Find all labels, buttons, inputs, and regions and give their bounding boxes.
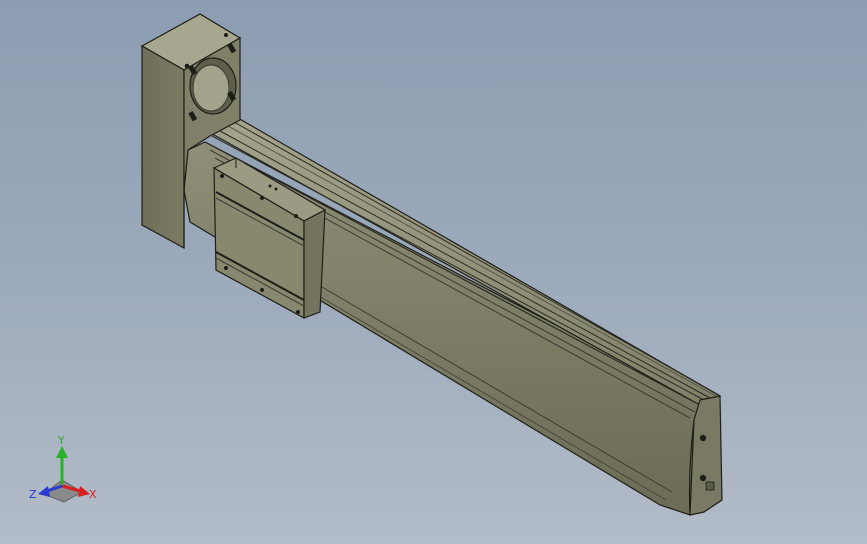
triad-z-arrow xyxy=(38,486,50,497)
view-orientation-triad[interactable]: Y X Z xyxy=(29,434,97,503)
triad-x-label: X xyxy=(89,488,97,501)
motor-mount-left xyxy=(141,44,185,250)
triad-y-arrow xyxy=(56,446,68,458)
triad-y-label: Y xyxy=(57,434,65,447)
cad-model-view[interactable]: Y X Z xyxy=(0,0,867,544)
end-cap-hole-bottom xyxy=(699,474,707,482)
triad-z-label: Z xyxy=(29,488,37,501)
graphics-viewport[interactable]: Y X Z xyxy=(0,0,867,544)
end-cap-hole-top xyxy=(699,434,707,442)
